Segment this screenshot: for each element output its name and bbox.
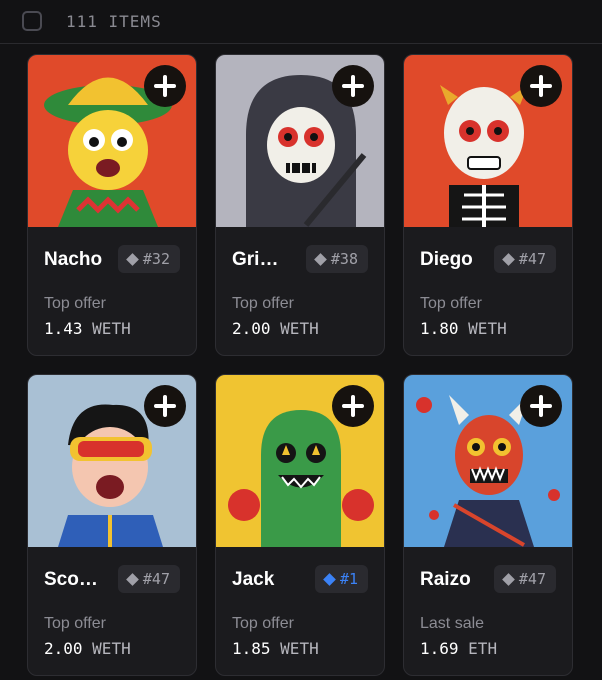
nft-card[interactable]: Gri… #38 Top offer 2.00 WETH [215,54,385,356]
rarity-badge: #47 [493,565,556,593]
nft-card[interactable]: Sco… #47 Top offer 2.00 WETH [27,374,197,676]
item-name: Diego [420,249,473,270]
price-amount: 1.80 [420,319,459,338]
price-value: 2.00 WETH [232,319,319,338]
rarity-badge: #32 [117,245,180,273]
add-to-cart-button[interactable] [520,65,562,107]
price-value: 1.80 WETH [420,319,507,338]
price-value: 1.85 WETH [232,639,319,658]
add-to-cart-button[interactable] [144,65,186,107]
rank-value: #32 [142,250,170,268]
price-currency: ETH [468,639,498,658]
price-amount: 1.43 [44,319,83,338]
rank-value: #47 [518,250,546,268]
price-currency: WETH [280,319,319,338]
item-name: Sco… [44,569,98,590]
price-currency: WETH [92,319,131,338]
price-label: Top offer [232,615,294,632]
rarity-badge: #47 [117,565,180,593]
price-amount: 1.69 [420,639,459,658]
price-label: Top offer [44,615,106,632]
diamond-icon [314,252,327,266]
diamond-icon [126,572,139,586]
item-name: Jack [232,569,275,590]
price-label: Top offer [232,295,294,312]
rarity-badge: #38 [305,245,368,273]
item-count: 111 ITEMS [66,12,162,31]
rarity-badge: #1 [314,565,368,593]
price-amount: 2.00 [232,319,271,338]
item-name: Gri… [232,249,279,270]
diamond-icon [502,572,515,586]
price-currency: WETH [280,639,319,658]
add-to-cart-button[interactable] [144,385,186,427]
rank-value: #38 [330,250,358,268]
price-label: Last sale [420,615,485,632]
add-to-cart-button[interactable] [332,65,374,107]
add-to-cart-button[interactable] [332,385,374,427]
diamond-icon [323,572,336,586]
rarity-badge: #47 [493,245,556,273]
nft-card[interactable]: Nacho #32 Top offer 1.43 WETH [27,54,197,356]
price-value: 2.00 WETH [44,639,131,658]
price-amount: 1.85 [232,639,271,658]
price-label: Top offer [420,295,482,312]
nft-card[interactable]: Jack #1 Top offer 1.85 WETH [215,374,385,676]
item-name: Nacho [44,249,103,270]
rank-value: #1 [339,570,358,588]
price-amount: 2.00 [44,639,83,658]
nft-card[interactable]: Diego #47 Top offer 1.80 WETH [403,54,573,356]
rank-value: #47 [518,570,546,588]
nft-card[interactable]: Raizo #47 Last sale 1.69 ETH [403,374,573,676]
diamond-icon [502,252,515,266]
price-currency: WETH [468,319,507,338]
add-to-cart-button[interactable] [520,385,562,427]
select-all-checkbox[interactable] [22,11,42,31]
price-value: 1.69 ETH [420,639,497,658]
price-currency: WETH [92,639,131,658]
diamond-icon [126,252,139,266]
toolbar: 111 ITEMS [0,0,602,44]
rank-value: #47 [142,570,170,588]
price-label: Top offer [44,295,106,312]
item-name: Raizo [420,569,471,590]
price-value: 1.43 WETH [44,319,131,338]
